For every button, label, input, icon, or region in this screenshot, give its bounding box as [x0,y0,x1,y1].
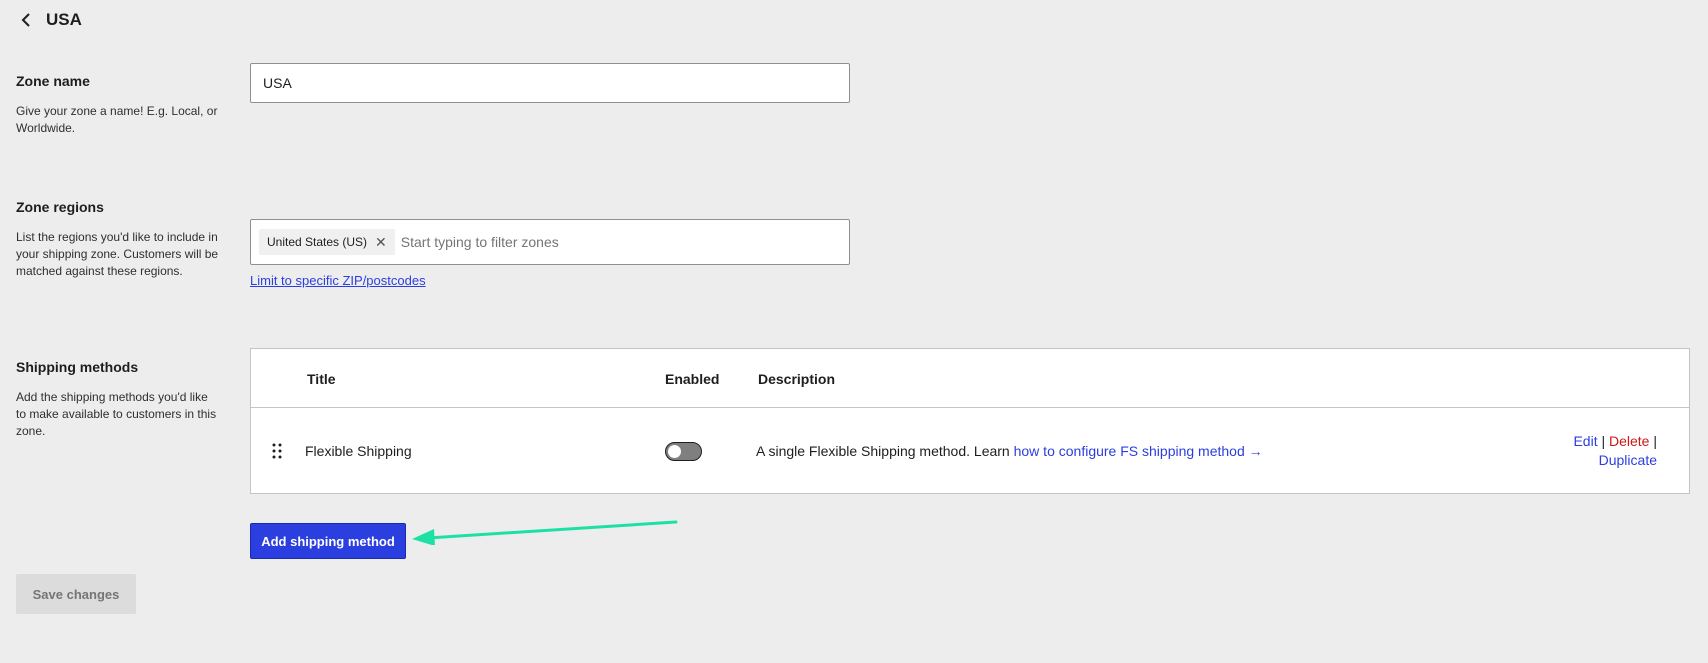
save-changes-button[interactable]: Save changes [16,574,136,614]
row-actions: Edit | Delete | Duplicate [1573,432,1657,470]
table-header: Title Enabled Description [251,349,1689,408]
toggle-knob [668,445,681,458]
page-header: USA [18,10,82,30]
duplicate-link[interactable]: Duplicate [1599,452,1657,468]
shipping-methods-help: Add the shipping methods you'd like to m… [16,390,217,438]
column-title: Title [307,371,336,387]
method-title: Flexible Shipping [305,443,412,459]
regions-filter-input[interactable] [400,234,841,250]
close-icon[interactable]: ✕ [375,235,387,249]
shipping-methods-table: Title Enabled Description Flexible Shipp… [250,348,1690,494]
drag-handle-icon[interactable] [271,442,283,460]
add-shipping-method-button[interactable]: Add shipping method [250,523,406,559]
zone-regions-field[interactable]: United States (US) ✕ [250,219,850,265]
delete-link[interactable]: Delete [1609,433,1649,449]
zone-name-input[interactable] [250,63,850,103]
action-separator: | [1601,433,1606,449]
zone-name-section: Zone name Give your zone a name! E.g. Lo… [16,73,221,137]
shipping-methods-section: Shipping methods Add the shipping method… [16,359,221,440]
limit-zip-link[interactable]: Limit to specific ZIP/postcodes [250,273,426,288]
method-description: A single Flexible Shipping method. Learn… [756,443,1263,459]
action-separator: | [1653,433,1657,449]
table-row: Flexible Shipping A single Flexible Ship… [251,408,1689,494]
zone-regions-help: List the regions you'd like to include i… [16,230,219,278]
configure-fs-link[interactable]: how to configure FS shipping method → [1014,443,1263,459]
zone-regions-label: Zone regions [16,199,104,215]
method-description-text: A single Flexible Shipping method. Learn [756,443,1014,459]
column-description: Description [758,371,836,387]
column-enabled: Enabled [665,371,720,387]
zone-regions-section: Zone regions List the regions you'd like… [16,199,221,280]
shipping-methods-label: Shipping methods [16,359,139,375]
region-chip-label: United States (US) [267,235,368,249]
method-enabled-toggle[interactable] [665,442,702,461]
zone-name-label: Zone name [16,73,90,89]
edit-link[interactable]: Edit [1573,433,1597,449]
zone-name-help: Give your zone a name! E.g. Local, or Wo… [16,104,218,135]
chevron-left-icon[interactable] [18,12,34,28]
annotation-arrow-icon [412,520,678,545]
page-title: USA [46,10,82,29]
region-chip: United States (US) ✕ [259,229,395,255]
